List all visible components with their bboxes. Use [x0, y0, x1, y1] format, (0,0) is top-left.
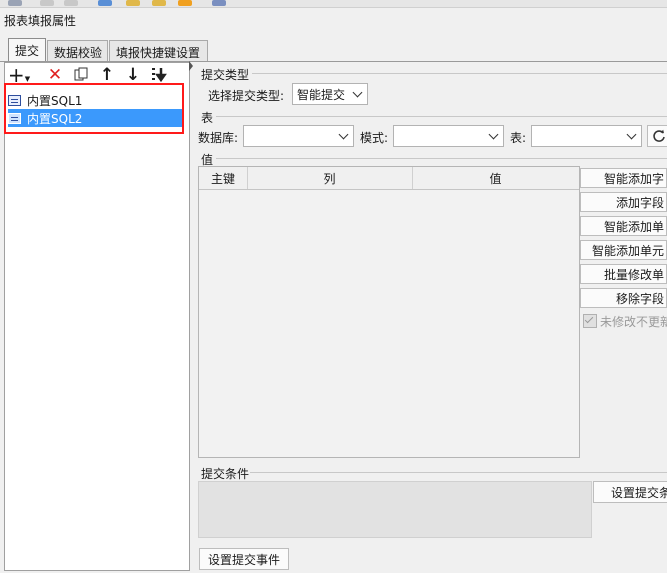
- chevron-down-icon: [483, 126, 503, 146]
- database-icon: [8, 112, 21, 124]
- add-icon[interactable]: + ▼: [8, 64, 30, 86]
- chevron-down-icon: [621, 126, 641, 146]
- tab-submit[interactable]: 提交: [8, 38, 46, 62]
- column-header-value[interactable]: 值: [412, 167, 579, 189]
- section-divider: [216, 116, 667, 117]
- smart-add-cell-button[interactable]: 智能添加单: [580, 216, 667, 236]
- smart-add-cell-group-button[interactable]: 智能添加单元: [580, 240, 667, 260]
- redo-icon[interactable]: [64, 0, 78, 6]
- report-icon[interactable]: [152, 0, 166, 6]
- delete-icon[interactable]: ✕: [44, 64, 66, 86]
- smart-add-field-button[interactable]: 智能添加字: [580, 168, 667, 188]
- column-header-column[interactable]: 列: [247, 167, 413, 189]
- column-header-primary-key[interactable]: 主键: [199, 167, 248, 189]
- section-divider: [250, 472, 667, 473]
- conditions-area[interactable]: [198, 481, 592, 538]
- preview-icon[interactable]: [212, 0, 226, 6]
- move-down-icon[interactable]: ↓: [122, 64, 144, 86]
- submit-type-section-label: 提交类型: [201, 68, 250, 82]
- list-item-label: 内置SQL2: [27, 111, 83, 126]
- unchanged-no-update-checkbox[interactable]: 未修改不更新: [583, 313, 667, 329]
- database-icon: [8, 94, 21, 106]
- values-table[interactable]: 主键 列 值: [198, 166, 580, 458]
- database-label: 数据库:: [198, 131, 239, 145]
- app-toolbar-strip: [0, 0, 667, 8]
- submit-type-label: 选择提交类型:: [208, 89, 285, 103]
- database-select[interactable]: [243, 125, 354, 147]
- add-field-button[interactable]: 添加字段: [580, 192, 667, 212]
- copy-icon[interactable]: [70, 64, 92, 86]
- save-icon[interactable]: [8, 0, 22, 6]
- list-item-label: 内置SQL1: [27, 93, 83, 108]
- splitter-handle[interactable]: [188, 61, 194, 102]
- refresh-button[interactable]: [647, 125, 667, 147]
- sort-icon[interactable]: [148, 64, 170, 86]
- chevron-down-icon: [347, 84, 367, 104]
- schema-select[interactable]: [393, 125, 504, 147]
- submit-type-select[interactable]: 智能提交: [292, 83, 368, 105]
- remove-field-button[interactable]: 移除字段: [580, 288, 667, 308]
- checkbox-label: 未修改不更新: [600, 314, 667, 329]
- submit-list-panel: [4, 62, 190, 571]
- table-select[interactable]: [531, 125, 642, 147]
- batch-edit-cell-button[interactable]: 批量修改单: [580, 264, 667, 284]
- table-label: 表:: [510, 131, 527, 145]
- submit-type-value: 智能提交: [297, 87, 346, 102]
- list-toolbar: + ▼ ✕ ↑ ↓: [6, 64, 186, 86]
- tab-shortcut-settings[interactable]: 填报快捷键设置: [109, 40, 208, 61]
- list-item[interactable]: 内置SQL2: [8, 109, 182, 127]
- dialog-title: 报表填报属性: [4, 14, 77, 28]
- section-divider: [216, 158, 667, 159]
- section-divider: [252, 73, 667, 74]
- conditions-section-label: 提交条件: [201, 467, 250, 481]
- refresh-icon: [653, 129, 665, 142]
- undo-icon[interactable]: [40, 0, 54, 6]
- table-header: 主键 列 值: [199, 167, 579, 190]
- template-icon[interactable]: [98, 0, 112, 6]
- set-submit-condition-button[interactable]: 设置提交条: [593, 481, 667, 503]
- tab-data-validation[interactable]: 数据校验: [47, 40, 108, 61]
- brush-icon[interactable]: [178, 0, 192, 6]
- schema-label: 模式:: [360, 131, 389, 145]
- table-section-label: 表: [201, 111, 214, 125]
- chevron-down-icon: [333, 126, 353, 146]
- set-submit-event-button[interactable]: 设置提交事件: [199, 548, 289, 570]
- checkbox-icon: [583, 314, 597, 328]
- list-item[interactable]: 内置SQL1: [8, 91, 182, 109]
- move-up-icon[interactable]: ↑: [96, 64, 118, 86]
- dataset-icon[interactable]: [126, 0, 140, 6]
